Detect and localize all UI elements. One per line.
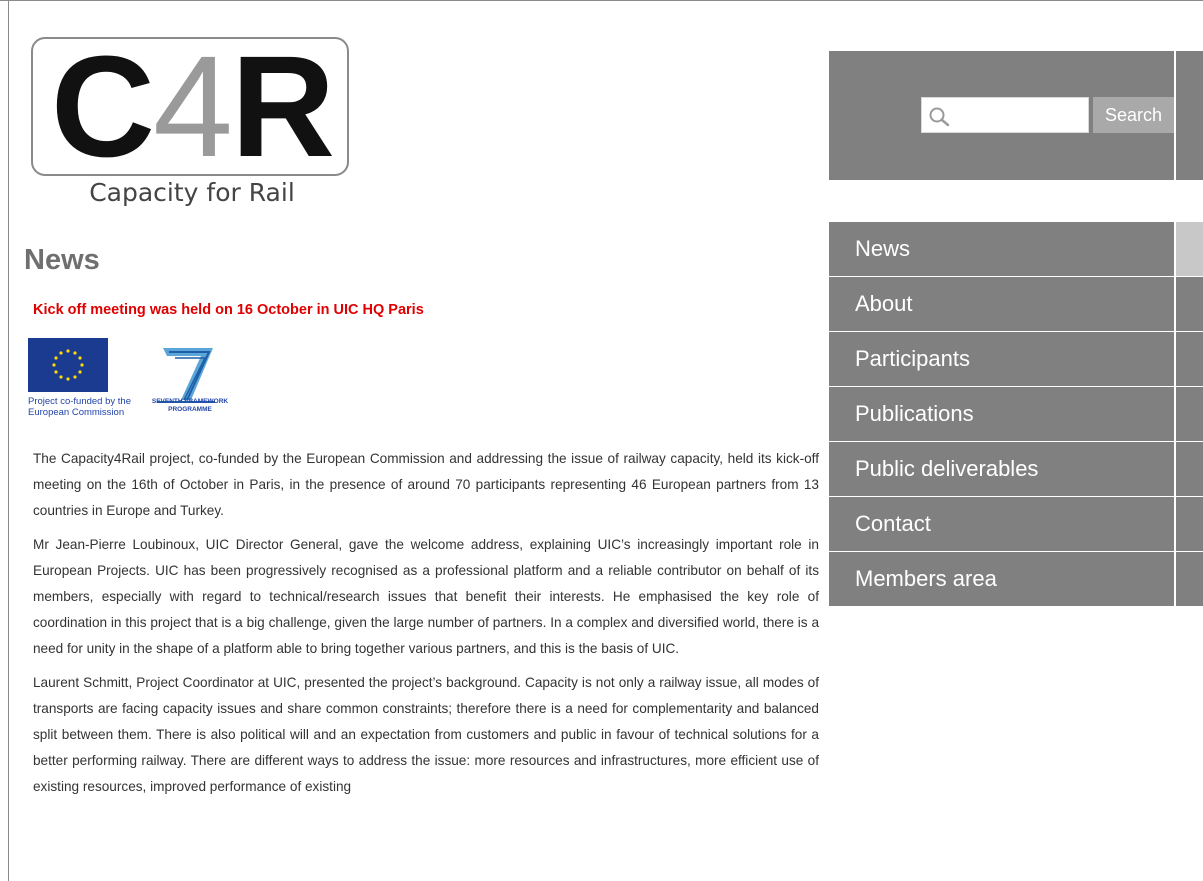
article-paragraph: Mr Jean-Pierre Loubinoux, UIC Director G… bbox=[33, 537, 819, 656]
nav-item-contact[interactable]: Contact bbox=[829, 497, 1203, 552]
search-icon bbox=[929, 107, 950, 127]
nav-item-tab bbox=[1176, 387, 1203, 441]
nav-item-participants[interactable]: Participants bbox=[829, 332, 1203, 387]
window-left-border bbox=[8, 0, 9, 881]
page-title: News bbox=[24, 244, 100, 276]
article-paragraph: The Capacity4Rail project, co-funded by … bbox=[33, 451, 819, 518]
logo-tagline: Capacity for Rail bbox=[89, 178, 295, 207]
funding-logos: Project co-funded by the European Commis… bbox=[28, 338, 819, 428]
news-headline: Kick off meeting was held on 16 October … bbox=[33, 302, 424, 318]
nav-item-label: Contact bbox=[829, 497, 1174, 551]
nav-item-about[interactable]: About bbox=[829, 277, 1203, 332]
nav-item-label: Publications bbox=[829, 387, 1174, 441]
eu-flag-icon bbox=[28, 338, 108, 392]
site-logo[interactable]: C4R Capacity for Rail bbox=[24, 32, 360, 214]
nav-item-publications[interactable]: Publications bbox=[829, 387, 1203, 442]
nav-item-label: Participants bbox=[829, 332, 1174, 386]
logo-letters: C4R bbox=[24, 32, 360, 182]
nav-item-label: Public deliverables bbox=[829, 442, 1174, 496]
main-nav: News About Participants Publications Pub… bbox=[829, 222, 1203, 607]
search-input[interactable] bbox=[921, 97, 1089, 133]
logo-letter-4: 4 bbox=[152, 26, 233, 187]
nav-item-label: News bbox=[829, 222, 1174, 276]
nav-item-tab bbox=[1176, 497, 1203, 551]
window-top-border bbox=[0, 0, 1203, 1]
nav-item-tab bbox=[1176, 222, 1203, 276]
search-button[interactable]: Search bbox=[1093, 97, 1174, 133]
nav-item-public-deliverables[interactable]: Public deliverables bbox=[829, 442, 1203, 497]
logo-letter-c: C bbox=[50, 26, 155, 187]
main-content: News Kick off meeting was held on 16 Oct… bbox=[24, 240, 819, 800]
search-panel-side-strip bbox=[1176, 51, 1203, 180]
nav-item-label: Members area bbox=[829, 552, 1174, 606]
fp7-caption: SEVENTH FRAMEWORK PROGRAMME bbox=[151, 398, 229, 413]
article-paragraph: Laurent Schmitt, Project Coordinator at … bbox=[33, 675, 819, 794]
nav-item-tab bbox=[1176, 277, 1203, 331]
nav-item-tab bbox=[1176, 442, 1203, 496]
fp7-logo-icon bbox=[157, 348, 215, 403]
logo-letter-r: R bbox=[231, 26, 335, 187]
nav-item-label: About bbox=[829, 277, 1174, 331]
eu-caption: Project co-funded by the European Commis… bbox=[28, 396, 131, 418]
nav-item-news[interactable]: News bbox=[829, 222, 1203, 277]
nav-item-tab bbox=[1176, 332, 1203, 386]
nav-item-tab bbox=[1176, 552, 1203, 606]
nav-item-members-area[interactable]: Members area bbox=[829, 552, 1203, 607]
